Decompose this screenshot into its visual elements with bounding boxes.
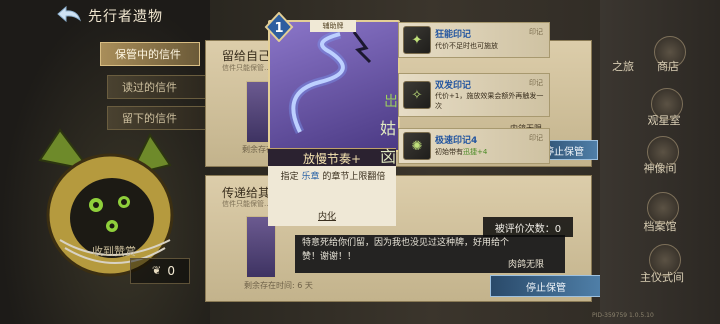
received-praise-label: 收到赞赏 xyxy=(92,245,136,258)
seal-name: 极速印记4 xyxy=(435,136,478,146)
seal-kind: 印记 xyxy=(529,79,543,87)
seal-desc: 初始带有迅捷+4 xyxy=(435,147,545,157)
seal-item: ✧ 双发印记 印记 代价+1，施放效果会额外再触发一次 xyxy=(398,73,550,117)
seal-desc: 代价+1，施放效果会额外再触发一次 xyxy=(435,92,544,110)
card-type-tag: 辅助牌 xyxy=(310,20,356,32)
menu-item-shop[interactable]: 商店 xyxy=(640,58,696,74)
seal-item: ✺ 极速印记4 印记 初始带有迅捷+4 xyxy=(398,128,550,164)
card-level: 1 xyxy=(274,21,283,36)
seal-desc-prefix: 初始带有 xyxy=(435,148,463,156)
stop-keeping-button[interactable]: 停止保管 xyxy=(490,275,602,297)
card-name: 放慢节奏+ xyxy=(268,148,396,167)
seal-item: ✦ 狂能印记 印记 代价不足时也可施放 xyxy=(398,22,550,58)
card-desc-prefix: 指定 xyxy=(280,172,299,182)
card-desc-suffix: 的章节上限翻倍 xyxy=(322,172,386,182)
seal-name: 狂能印记 xyxy=(435,30,472,40)
card-level-badge: 1 xyxy=(264,12,294,42)
seal-glyph-1: 岀 xyxy=(384,94,398,110)
letter-signer: 肉鸽无限 xyxy=(508,260,545,270)
card-description: 指定 乐章 的章节上限翻倍 xyxy=(274,170,392,184)
menu-item-journey[interactable]: 之旅 xyxy=(608,58,638,74)
seal-glyph-3: 㐫 xyxy=(380,147,396,166)
version-label: PID-359759 1.0.5.10 xyxy=(592,312,654,319)
seal-icon: ✺ xyxy=(403,132,431,160)
seal-icon: ✦ xyxy=(403,26,431,54)
seal-kind: 印记 xyxy=(529,28,543,36)
feather-icon: ❦ xyxy=(152,264,162,277)
evaluation-count: 被评价次数：0 xyxy=(483,217,573,237)
seal-glyph-2: 姑 xyxy=(380,119,396,138)
menu-item-shrine[interactable]: 神像间 xyxy=(632,160,688,176)
back-arrow-icon[interactable] xyxy=(56,5,82,23)
menu-item-ritual-hall[interactable]: 主仪式间 xyxy=(634,269,690,285)
seal-desc-highlight: 迅捷+4 xyxy=(463,148,488,156)
tab-read-letters[interactable]: 读过的信件 xyxy=(107,75,207,99)
remaining-time: 剩余存在时间: 6 天 xyxy=(244,281,313,290)
seal-kind: 印记 xyxy=(529,134,543,142)
letter-subtitle: 信件只能保管… xyxy=(222,64,271,72)
letter-subtitle: 信件只能保管… xyxy=(222,200,271,208)
seal-icon: ✧ xyxy=(403,81,431,109)
menu-item-archive[interactable]: 档案馆 xyxy=(632,218,688,234)
menu-item-observatory[interactable]: 观星室 xyxy=(636,112,692,128)
page-title: 先行者遗物 xyxy=(88,9,163,25)
card-desc-highlight: 乐章 xyxy=(301,172,320,182)
letter-comment: 特意死给你们留，因为我也没见过这种牌，好用给个赞！谢谢！！ xyxy=(302,238,510,262)
tab-kept-letters[interactable]: 保管中的信件 xyxy=(100,42,200,66)
seal-desc: 代价不足时也可施放 xyxy=(435,42,498,50)
internalize-link[interactable]: 内化 xyxy=(318,209,336,222)
seal-name: 双发印记 xyxy=(435,81,472,91)
